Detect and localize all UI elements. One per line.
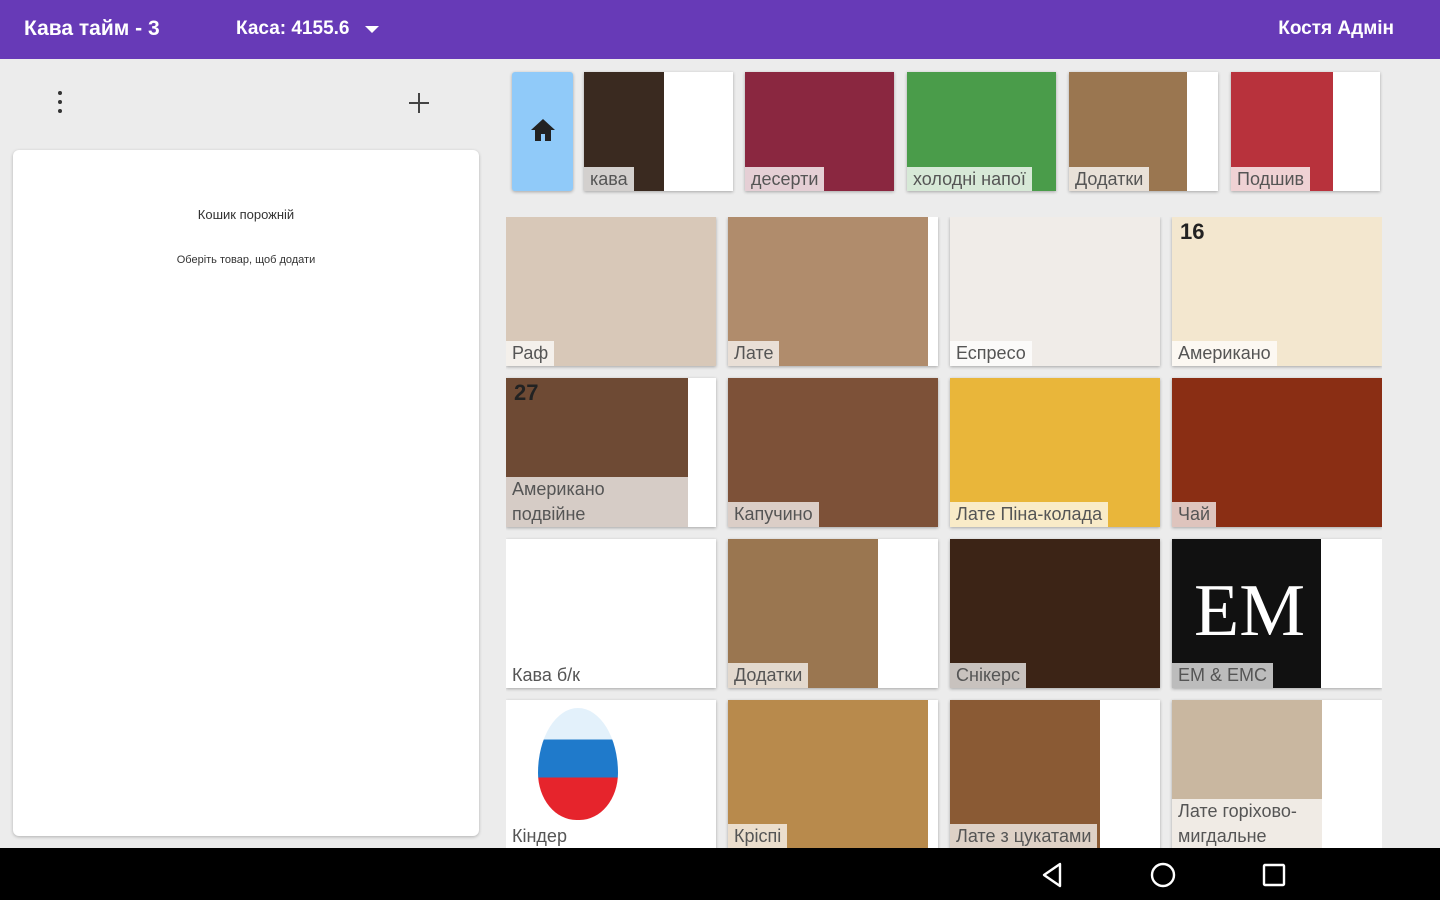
product-label: Раф — [506, 341, 555, 366]
product-label: Лате з цукатами — [950, 824, 1098, 848]
recents-icon[interactable] — [1259, 860, 1289, 890]
product-tile[interactable]: Снікерс — [950, 539, 1160, 688]
product-tile[interactable]: Чай — [1172, 378, 1382, 527]
cart-panel: Кошик порожній Оберіть товар, щоб додати — [13, 150, 479, 836]
product-tile[interactable]: Лате Піна-колада — [950, 378, 1160, 527]
dropdown-caret-icon — [365, 25, 380, 33]
add-icon[interactable] — [405, 89, 433, 117]
stock-badge: 27 — [514, 380, 539, 405]
product-label: Американо подвійне — [506, 477, 688, 527]
product-label: EM & EMC — [1172, 663, 1274, 688]
back-icon[interactable] — [1038, 860, 1068, 890]
product-label: Кава б/к — [506, 663, 587, 688]
product-label: Еспресо — [950, 341, 1032, 366]
user-name[interactable]: Костя Адмін — [1278, 18, 1394, 40]
category-tile[interactable]: десерти — [745, 72, 894, 191]
category-tile[interactable]: кава — [584, 72, 733, 191]
category-tile[interactable]: Додатки — [1069, 72, 1218, 191]
product-label: Чай — [1172, 502, 1217, 527]
product-tile[interactable]: Кріспі — [728, 700, 938, 848]
product-tile[interactable]: Лате з цукатами — [950, 700, 1160, 848]
product-tile[interactable]: Кава б/к — [506, 539, 716, 688]
product-tile[interactable]: Лате — [728, 217, 938, 366]
product-label: Лате Піна-колада — [950, 502, 1109, 527]
product-label: Капучино — [728, 502, 819, 527]
product-label: Кіндер — [506, 824, 573, 848]
product-grid: Раф Лате Еспресо 16 Американо 27 Америка… — [506, 217, 1382, 848]
more-vertical-icon[interactable] — [50, 91, 70, 117]
cart-hint-text: Оберіть товар, щоб додати — [176, 254, 316, 266]
system-nav-bar — [0, 848, 1440, 900]
product-label: Лате — [728, 341, 780, 366]
em-logo-text: EM — [1194, 570, 1305, 652]
cart-toolbar — [0, 59, 490, 149]
category-label: Додатки — [1069, 167, 1150, 191]
product-tile[interactable]: EM EM & EMC — [1172, 539, 1382, 688]
product-label: Лате горіхово-мигдальне — [1172, 799, 1322, 848]
product-tile[interactable]: Еспресо — [950, 217, 1160, 366]
product-tile[interactable]: Капучино — [728, 378, 938, 527]
product-tile[interactable]: Додатки — [728, 539, 938, 688]
product-label: Кріспі — [728, 824, 788, 848]
cash-label: Каса: 4155.6 — [236, 18, 350, 39]
product-label: Додатки — [728, 663, 809, 688]
store-title: Кава тайм - 3 — [24, 17, 160, 40]
category-tile[interactable]: Подшив — [1231, 72, 1380, 191]
cart-empty-text: Кошик порожній — [197, 207, 295, 222]
product-tile[interactable]: Раф — [506, 217, 716, 366]
product-tile[interactable]: 16 Американо — [1172, 217, 1382, 366]
product-label: Американо — [1172, 341, 1277, 366]
category-label: десерти — [745, 167, 825, 191]
home-icon — [531, 119, 555, 141]
category-tile[interactable]: холодні напої — [907, 72, 1056, 191]
product-tile[interactable]: Кіндер — [506, 700, 716, 848]
home-category-button[interactable] — [512, 72, 573, 191]
stock-badge: 16 — [1180, 219, 1205, 244]
cash-dropdown[interactable]: Каса: 4155.6 — [236, 18, 380, 40]
home-circle-icon[interactable] — [1148, 860, 1178, 890]
app-bar: Кава тайм - 3 Каса: 4155.6 Костя Адмін — [0, 0, 1440, 59]
product-tile[interactable]: Лате горіхово-мигдальне — [1172, 700, 1382, 848]
product-tile[interactable]: 27 Американо подвійне — [506, 378, 716, 527]
category-label: кава — [584, 167, 634, 191]
product-label: Снікерс — [950, 663, 1027, 688]
category-label: Подшив — [1231, 167, 1311, 191]
category-label: холодні напої — [907, 167, 1032, 191]
